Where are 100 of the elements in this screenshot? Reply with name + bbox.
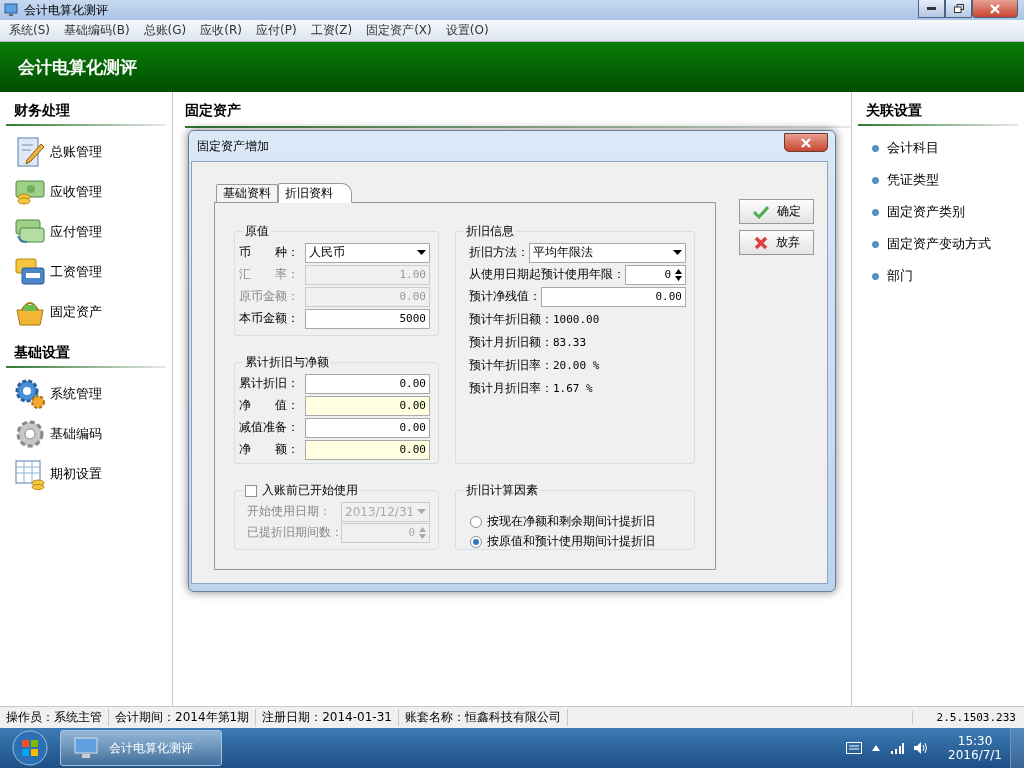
tab[interactable]: 基础资料: [216, 184, 278, 202]
status-text: 会计期间：2014年第1期: [109, 709, 257, 726]
version-text: 2.5.1503.233: [912, 711, 1024, 724]
signal-icon[interactable]: [890, 742, 905, 754]
field-label: 累计折旧：: [239, 375, 300, 392]
stat-value: 1000.00: [553, 312, 600, 326]
restore-icon: [953, 4, 964, 13]
stat-value: 20.00 %: [553, 358, 600, 372]
close-button[interactable]: [784, 133, 828, 152]
field-label: 原币金额：: [239, 288, 300, 305]
monitor-icon: [73, 735, 99, 761]
cancel-button[interactable]: 放弃: [739, 230, 814, 255]
link[interactable]: 会计科目: [887, 139, 939, 157]
group-title: 折旧计算因素: [466, 482, 538, 499]
sidebar-item[interactable]: 工资管理: [6, 252, 172, 292]
menu-item[interactable]: 工资(Z): [303, 22, 360, 39]
bullet-icon: [872, 272, 879, 280]
input-field[interactable]: 5000: [305, 308, 430, 329]
start-orb-icon: [12, 730, 48, 766]
field-label: 折旧方法：: [469, 244, 529, 261]
cross-icon: [753, 235, 768, 250]
field-label: 开始使用日期：: [247, 503, 332, 520]
spin-arrows-icon: [675, 268, 682, 281]
caret-up-icon[interactable]: [872, 745, 881, 751]
stat-value: 1.67 %: [553, 381, 593, 395]
dialog-title: 固定资产增加: [197, 137, 269, 155]
confirm-button[interactable]: 确定: [739, 199, 814, 224]
menu-item[interactable]: 基础编码(B): [57, 22, 137, 39]
menu-item[interactable]: 设置(O): [438, 22, 496, 39]
window-title: 会计电算化测评: [24, 1, 109, 19]
radio-button[interactable]: 按现在净额和剩余期间计提折旧: [470, 513, 686, 530]
tab[interactable]: 折旧资料: [278, 183, 352, 203]
sidebar-item[interactable]: 总账管理: [6, 132, 172, 172]
close-icon: [990, 3, 1000, 14]
stat-label: 预计月折旧率：: [469, 379, 553, 397]
field-label: 币 种：: [239, 244, 300, 261]
group-title: 原值: [245, 223, 269, 240]
minimize-icon: [927, 7, 936, 10]
credit-card-icon: [14, 256, 46, 288]
menu-item[interactable]: 系统(S): [2, 22, 57, 39]
input-field[interactable]: 0.00: [305, 417, 430, 438]
section-title: 财务处理: [13, 101, 71, 120]
group-title: 累计折旧与净额: [245, 354, 329, 371]
spin-arrows-icon: [419, 526, 426, 539]
spin-box[interactable]: 0: [625, 264, 686, 285]
minimize-button[interactable]: [918, 0, 945, 18]
sidebar-item[interactable]: 期初设置: [6, 454, 172, 494]
stat-value: 83.33: [553, 335, 587, 349]
close-button[interactable]: [972, 0, 1018, 18]
link[interactable]: 部门: [887, 267, 913, 285]
bullet-icon: [872, 208, 879, 216]
speaker-icon[interactable]: [914, 742, 929, 754]
input-field[interactable]: 0.00: [541, 286, 686, 307]
close-icon: [801, 137, 811, 148]
field-label: 减值准备：: [239, 419, 300, 436]
dropdown[interactable]: 平均年限法: [529, 242, 686, 263]
bullet-icon: [872, 240, 879, 248]
app-title: 会计电算化测评: [18, 55, 137, 79]
menu-item[interactable]: 应付(P): [248, 22, 304, 39]
menu-item[interactable]: 总账(G): [136, 22, 194, 39]
caret-icon: [417, 250, 426, 255]
sidebar-item[interactable]: 应收管理: [6, 172, 172, 212]
status-text: 操作员：系统主管: [0, 709, 109, 726]
caret-icon: [417, 509, 426, 514]
input-field[interactable]: 0.00: [305, 439, 430, 460]
sidebar-item[interactable]: 系统管理: [6, 374, 172, 414]
input-field[interactable]: 0.00: [305, 395, 430, 416]
section-title: 基础设置: [13, 343, 71, 362]
radio-button[interactable]: 按原值和预计使用期间计提折旧: [470, 533, 686, 550]
clock[interactable]: 15:30 2016/7/1: [948, 734, 1002, 762]
sidebar-item[interactable]: 基础编码: [6, 414, 172, 454]
notebook-pencil-icon: [14, 136, 46, 168]
link[interactable]: 凭证类型: [887, 171, 939, 189]
link[interactable]: 固定资产类别: [887, 203, 965, 221]
maximize-button[interactable]: [945, 0, 972, 18]
link[interactable]: 固定资产变动方式: [887, 235, 991, 253]
field-label: 预计净残值：: [469, 288, 541, 305]
menu-item[interactable]: 应收(R): [193, 22, 249, 39]
bullet-icon: [872, 144, 879, 152]
section-title: 关联设置: [865, 101, 923, 120]
menu-item[interactable]: 固定资产(X): [359, 22, 439, 39]
stat-label: 预计年折旧率：: [469, 356, 553, 374]
sidebar-item[interactable]: 固定资产: [6, 292, 172, 332]
status-text: 账套名称：恒鑫科技有限公司: [398, 709, 568, 726]
field-label: 本币金额：: [239, 310, 300, 327]
checkbox[interactable]: 入账前已开始使用: [245, 482, 358, 499]
keyboard-icon[interactable]: [846, 742, 863, 754]
page-title: 固定资产: [185, 101, 242, 120]
status-text: 注册日期：2014-01-31: [256, 709, 399, 726]
gear-icon: [14, 418, 46, 450]
stat-label: 预计月折旧额：: [469, 333, 553, 351]
monitor-icon: [4, 3, 18, 17]
input-field[interactable]: 0.00: [305, 373, 430, 394]
field-label: 净 值：: [239, 397, 300, 414]
field-label: 从使用日期起预计使用年限：: [469, 266, 625, 283]
bullet-icon: [872, 176, 879, 184]
field-label: 净 额：: [239, 441, 300, 458]
sidebar-item[interactable]: 应付管理: [6, 212, 172, 252]
group-title: 折旧信息: [466, 223, 514, 240]
dropdown[interactable]: 人民币: [305, 242, 430, 263]
